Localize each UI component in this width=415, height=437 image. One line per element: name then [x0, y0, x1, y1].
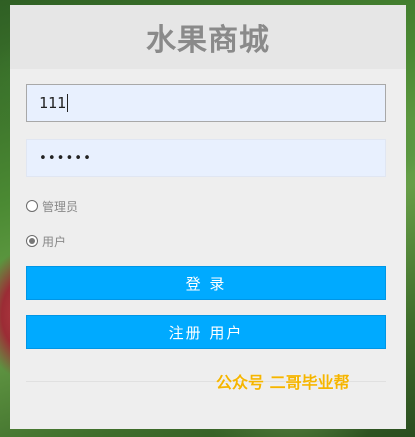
username-value: 111 [39, 94, 67, 112]
login-panel: 水果商城 111 •••••• 管理员 用户 登 录 注册 用户 公众号 二哥毕… [10, 5, 406, 429]
role-label-admin: 管理员 [42, 199, 79, 214]
watermark-text: 公众号 二哥毕业帮 [216, 373, 350, 392]
role-label-user: 用户 [42, 234, 67, 249]
role-option-admin[interactable]: 管理员 [26, 198, 78, 214]
register-button[interactable]: 注册 用户 [26, 315, 386, 349]
username-input[interactable]: 111 [26, 84, 386, 122]
role-option-user[interactable]: 用户 [26, 233, 66, 249]
password-value: •••••• [39, 150, 92, 166]
password-input[interactable]: •••••• [26, 139, 386, 177]
page-title: 水果商城 [146, 23, 270, 58]
header: 水果商城 [10, 5, 406, 69]
text-caret [67, 94, 69, 112]
radio-unchecked-icon[interactable] [26, 200, 38, 212]
radio-checked-icon[interactable] [26, 235, 38, 247]
login-button[interactable]: 登 录 [26, 266, 386, 300]
